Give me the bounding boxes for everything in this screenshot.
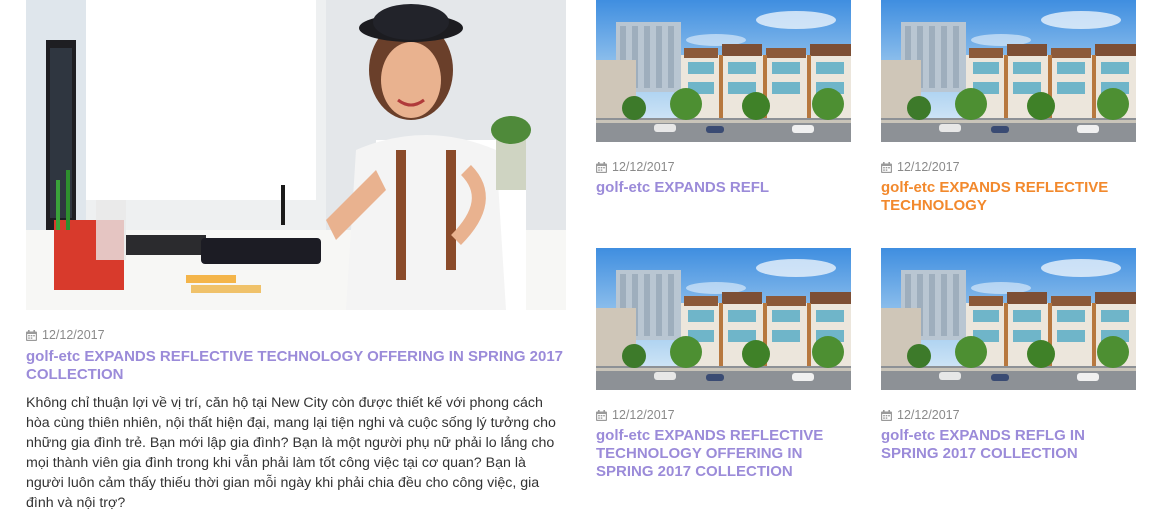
post-card-image[interactable] (881, 248, 1136, 390)
post-date: 12/12/2017 (881, 159, 1136, 175)
post-card-title-link[interactable]: golf-etc EXPANDS REFLECTIVE TECHNOLOGY O… (596, 427, 851, 481)
calendar-icon (596, 162, 607, 173)
post-card-title-link[interactable]: golf-etc EXPANDS REFLG IN SPRING 2017 CO… (881, 427, 1136, 463)
post-date: 12/12/2017 (26, 327, 566, 343)
post-card: 12/12/2017 golf-etc EXPANDS REFL (596, 0, 851, 197)
post-card-title-link[interactable]: golf-etc EXPANDS REFL (596, 179, 851, 197)
calendar-icon (881, 162, 892, 173)
featured-post-excerpt: Không chỉ thuận lợi về vị trí, căn hộ tạ… (26, 395, 556, 510)
post-card-title-link[interactable]: golf-etc EXPANDS REFLECTIVE TECHNOLOGY (881, 179, 1136, 215)
post-card: 12/12/2017 golf-etc EXPANDS REFLECTIVE T… (596, 248, 851, 481)
featured-post: 12/12/2017 golf-etc EXPANDS REFLECTIVE T… (26, 0, 566, 510)
post-date-text: 12/12/2017 (612, 408, 675, 422)
featured-post-image[interactable] (26, 0, 566, 310)
post-date-text: 12/12/2017 (612, 160, 675, 174)
post-card: 12/12/2017 golf-etc EXPANDS REFLECTIVE T… (881, 0, 1136, 215)
calendar-icon (881, 410, 892, 421)
post-card-image[interactable] (881, 0, 1136, 142)
post-date-text: 12/12/2017 (42, 328, 105, 342)
post-date: 12/12/2017 (881, 407, 1136, 423)
calendar-icon (26, 330, 37, 341)
calendar-icon (596, 410, 607, 421)
post-card-image[interactable] (596, 248, 851, 390)
post-card-image[interactable] (596, 0, 851, 142)
post-date: 12/12/2017 (596, 407, 851, 423)
post-date-text: 12/12/2017 (897, 408, 960, 422)
post-date: 12/12/2017 (596, 159, 851, 175)
post-card: 12/12/2017 golf-etc EXPANDS REFLG IN SPR… (881, 248, 1136, 463)
post-date-text: 12/12/2017 (897, 160, 960, 174)
featured-post-title-link[interactable]: golf-etc EXPANDS REFLECTIVE TECHNOLOGY O… (26, 348, 566, 384)
